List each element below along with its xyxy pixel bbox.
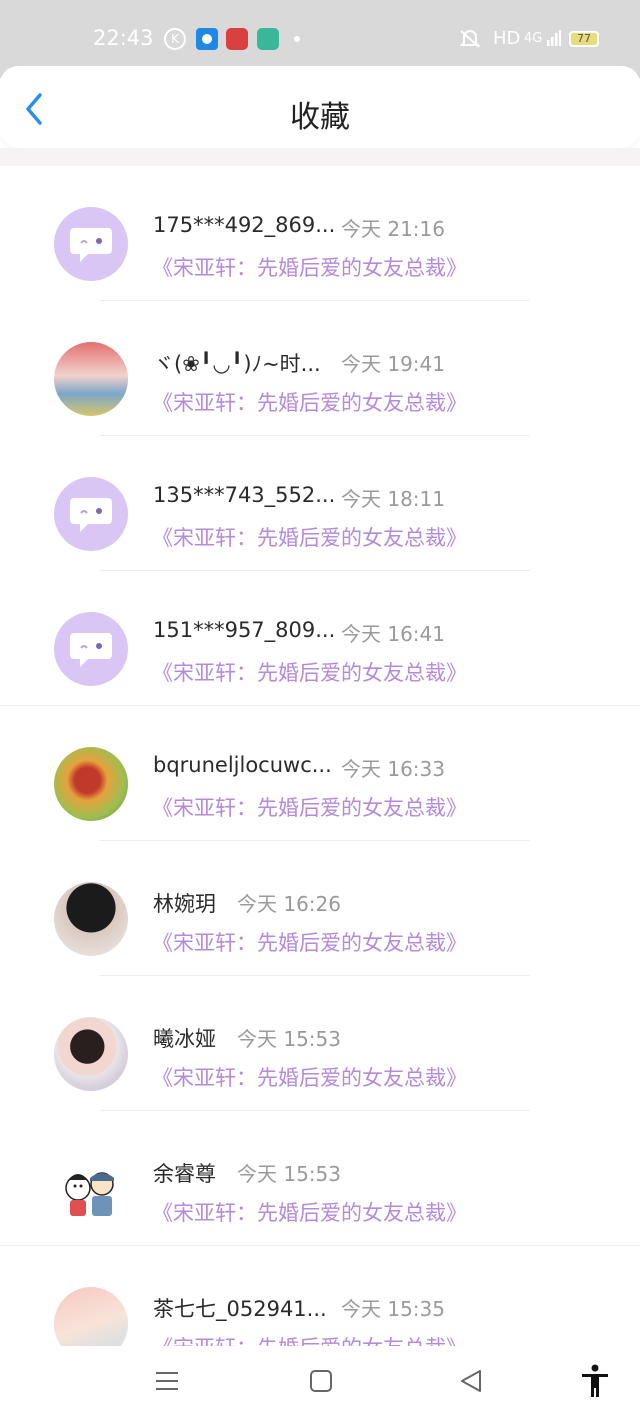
list-item[interactable]: bqruneljlocuwc... 今天 16:33 《宋亚轩：先婚后爱的女友总… bbox=[0, 706, 640, 841]
book-title-link[interactable]: 《宋亚轩：先婚后爱的女友总裁》 bbox=[152, 252, 467, 282]
cartoon-avatar-icon bbox=[65, 1172, 114, 1216]
user-avatar[interactable] bbox=[54, 1017, 128, 1091]
menu-icon bbox=[156, 1372, 178, 1390]
user-name: 175***492_869... bbox=[153, 213, 336, 237]
battery-icon: 77 bbox=[569, 31, 599, 47]
list-item[interactable]: ヾ(❀╹◡╹)ﾉ~时... 今天 19:41 《宋亚轩：先婚后爱的女友总裁》 bbox=[0, 301, 640, 436]
accessibility-button[interactable] bbox=[580, 1364, 610, 1402]
chat-bubble-icon bbox=[70, 498, 112, 532]
system-nav-bar bbox=[0, 1346, 640, 1422]
user-name: ヾ(❀╹◡╹)ﾉ~时... bbox=[153, 352, 321, 376]
favorite-time: 今天 21:16 bbox=[341, 217, 445, 241]
user-avatar[interactable] bbox=[54, 882, 128, 956]
notification-app-icon bbox=[257, 28, 279, 50]
mute-icon bbox=[458, 28, 482, 55]
signal-icon: 4G bbox=[524, 30, 561, 46]
k-app-icon: K bbox=[164, 28, 186, 50]
favorite-time: 今天 16:41 bbox=[341, 622, 445, 646]
default-avatar[interactable] bbox=[54, 477, 128, 551]
nav-back-button[interactable] bbox=[458, 1368, 484, 1398]
user-name: 茶七七_052941... bbox=[153, 1297, 327, 1321]
favorite-time: 今天 18:11 bbox=[341, 487, 445, 511]
notification-app-icon bbox=[196, 28, 218, 50]
user-name: bqruneljlocuwc... bbox=[153, 753, 332, 777]
chat-bubble-icon bbox=[70, 228, 112, 262]
book-title-link[interactable]: 《宋亚轩：先婚后爱的女友总裁》 bbox=[152, 1062, 467, 1092]
book-title-link[interactable]: 《宋亚轩：先婚后爱的女友总裁》 bbox=[152, 387, 467, 417]
user-name: 林婉玥 bbox=[153, 892, 216, 916]
network-type: 4G bbox=[524, 31, 543, 46]
user-name: 曦冰娅 bbox=[153, 1027, 216, 1051]
list-item[interactable]: 林婉玥 今天 16:26 《宋亚轩：先婚后爱的女友总裁》 bbox=[0, 841, 640, 976]
book-title-link[interactable]: 《宋亚轩：先婚后爱的女友总裁》 bbox=[152, 1197, 467, 1227]
book-title-link[interactable]: 《宋亚轩：先婚后爱的女友总裁》 bbox=[152, 1332, 467, 1346]
default-avatar[interactable] bbox=[54, 612, 128, 686]
book-title-link[interactable]: 《宋亚轩：先婚后爱的女友总裁》 bbox=[152, 522, 467, 552]
user-name: 135***743_552... bbox=[153, 483, 336, 507]
home-button[interactable] bbox=[308, 1368, 334, 1398]
list-item[interactable]: 茶七七_052941... 今天 15:35 《宋亚轩：先婚后爱的女友总裁》 bbox=[0, 1246, 640, 1346]
hd-indicator: HD bbox=[493, 28, 521, 49]
status-time: 22:43 bbox=[93, 26, 154, 50]
header-divider bbox=[0, 148, 640, 166]
book-title-link[interactable]: 《宋亚轩：先婚后爱的女友总裁》 bbox=[152, 792, 467, 822]
accessibility-icon bbox=[582, 1364, 608, 1397]
book-title-link[interactable]: 《宋亚轩：先婚后爱的女友总裁》 bbox=[152, 657, 467, 687]
user-avatar[interactable] bbox=[54, 1287, 128, 1346]
favorite-time: 今天 16:26 bbox=[237, 892, 341, 916]
user-avatar[interactable] bbox=[54, 1152, 128, 1226]
home-icon bbox=[310, 1370, 332, 1392]
user-name: 151***957_809... bbox=[153, 618, 336, 642]
default-avatar[interactable] bbox=[54, 207, 128, 281]
favorite-time: 今天 15:53 bbox=[237, 1027, 341, 1051]
more-notifications-dot bbox=[294, 36, 300, 42]
list-item[interactable]: 曦冰娅 今天 15:53 《宋亚轩：先婚后爱的女友总裁》 bbox=[0, 976, 640, 1111]
menu-button[interactable] bbox=[154, 1368, 180, 1398]
page-title: 收藏 bbox=[290, 100, 350, 135]
favorites-list: 175***492_869... 今天 21:16 《宋亚轩：先婚后爱的女友总裁… bbox=[0, 166, 640, 1346]
list-item[interactable]: 余睿尊 今天 15:53 《宋亚轩：先婚后爱的女友总裁》 bbox=[0, 1111, 640, 1246]
favorite-time: 今天 15:53 bbox=[237, 1162, 341, 1186]
list-item[interactable]: 151***957_809... 今天 16:41 《宋亚轩：先婚后爱的女友总裁… bbox=[0, 571, 640, 706]
chat-bubble-icon bbox=[70, 633, 112, 667]
notification-app-icon bbox=[226, 28, 248, 50]
book-title-link[interactable]: 《宋亚轩：先婚后爱的女友总裁》 bbox=[152, 927, 467, 957]
user-name: 余睿尊 bbox=[153, 1162, 216, 1186]
list-item[interactable]: 175***492_869... 今天 21:16 《宋亚轩：先婚后爱的女友总裁… bbox=[0, 166, 640, 301]
favorite-time: 今天 19:41 bbox=[341, 352, 445, 376]
user-avatar[interactable] bbox=[54, 747, 128, 821]
back-icon bbox=[461, 1370, 481, 1392]
user-avatar[interactable] bbox=[54, 342, 128, 416]
header: 收藏 bbox=[0, 66, 640, 148]
favorite-time: 今天 16:33 bbox=[341, 757, 445, 781]
list-item[interactable]: 135***743_552... 今天 18:11 《宋亚轩：先婚后爱的女友总裁… bbox=[0, 436, 640, 571]
favorite-time: 今天 15:35 bbox=[341, 1297, 445, 1321]
